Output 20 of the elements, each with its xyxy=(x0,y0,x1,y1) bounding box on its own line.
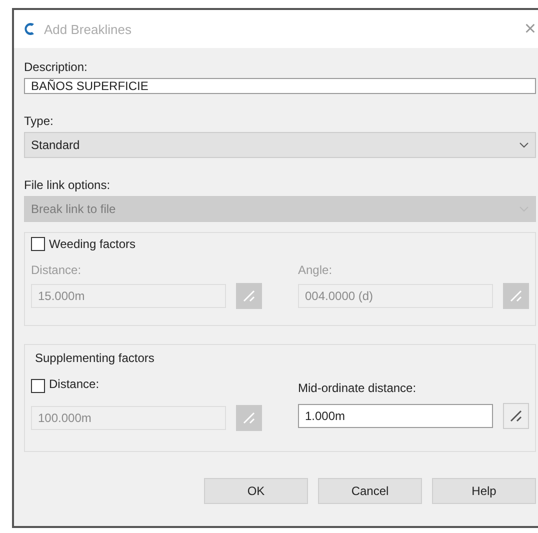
chevron-down-icon xyxy=(519,142,529,148)
description-field[interactable]: BAÑOS SUPERFICIE xyxy=(24,78,536,94)
field-label: Mid-ordinate distance: xyxy=(298,381,418,395)
dialog-button[interactable]: Cancel xyxy=(318,478,422,504)
group-label: Supplementing factors xyxy=(34,351,156,365)
field-label: Angle: xyxy=(298,263,334,277)
window-title: Add Breaklines xyxy=(44,22,132,36)
dialog-button[interactable]: Help xyxy=(432,478,536,504)
group-label: Weeding factors xyxy=(49,237,136,251)
dialog-button[interactable]: OK xyxy=(204,478,308,504)
field-label: Type: xyxy=(24,114,54,128)
field-label: Distance: xyxy=(31,263,82,277)
field-label: File link options: xyxy=(24,178,112,192)
pick-icon[interactable] xyxy=(503,403,529,429)
type-dropdown[interactable]: Standard xyxy=(24,132,536,158)
weeding-checkbox[interactable] xyxy=(31,237,45,251)
field-label: Description: xyxy=(24,60,88,74)
app-logo-icon xyxy=(22,21,36,37)
input-field[interactable]: 1.000m xyxy=(298,404,493,428)
field-label: Distance: xyxy=(49,377,100,391)
